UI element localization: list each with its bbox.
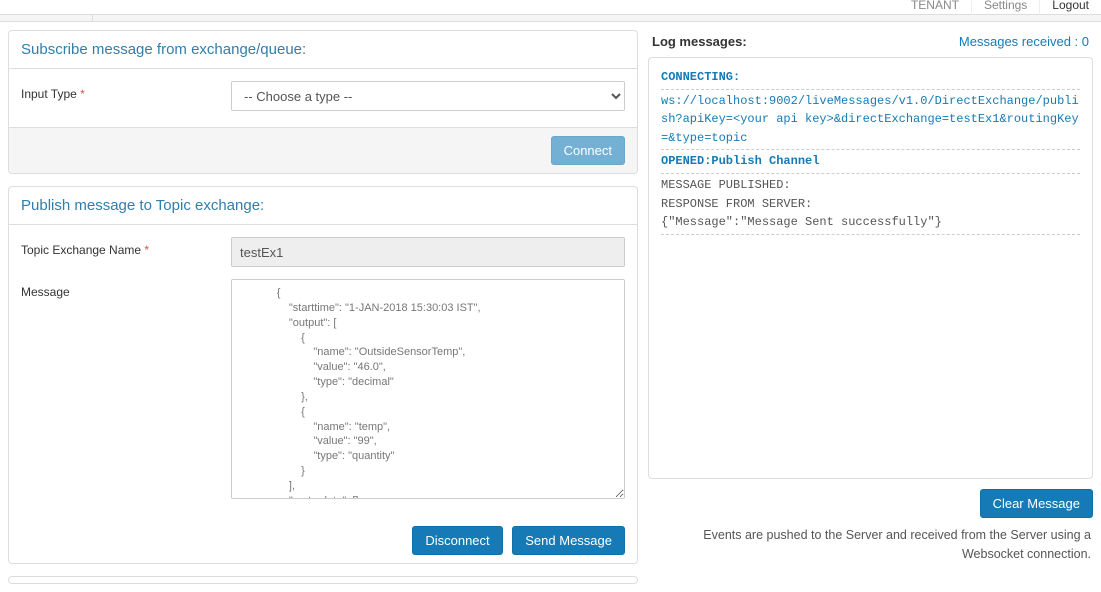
subscribe-panel-body: Input Type * -- Choose a type -- — [9, 69, 637, 127]
exchange-name-row: Topic Exchange Name * — [21, 237, 625, 267]
exchange-name-control — [231, 237, 625, 267]
subscribe-panel-footer: Connect — [9, 127, 637, 173]
main-container: Subscribe message from exchange/queue: I… — [0, 22, 1101, 592]
right-column: Log messages: Messages received : 0 CONN… — [648, 30, 1093, 584]
clear-row: Clear Message — [648, 489, 1093, 518]
top-bar: TENANT Settings Logout — [0, 0, 1101, 15]
exchange-name-label: Topic Exchange Name * — [21, 237, 231, 267]
required-star-icon: * — [80, 87, 85, 101]
subscribe-panel-title: Subscribe message from exchange/queue: — [9, 31, 637, 69]
log-line-connecting: CONNECTING: — [661, 68, 1080, 90]
collapsed-panel — [8, 576, 638, 584]
log-line-body: {"Message":"Message Sent successfully"} — [661, 213, 1080, 235]
messages-received-count: Messages received : 0 — [959, 34, 1089, 49]
input-type-select[interactable]: -- Choose a type -- — [231, 81, 625, 111]
send-message-button[interactable]: Send Message — [512, 526, 625, 555]
publish-panel-body: Topic Exchange Name * Message — [9, 225, 637, 518]
input-type-row: Input Type * -- Choose a type -- — [21, 81, 625, 111]
log-line-url: ws://localhost:9002/liveMessages/v1.0/Di… — [661, 92, 1080, 151]
exchange-name-label-text: Topic Exchange Name — [21, 243, 141, 257]
input-type-control: -- Choose a type -- — [231, 81, 625, 111]
message-row: Message — [21, 279, 625, 502]
publish-panel-title: Publish message to Topic exchange: — [9, 187, 637, 225]
log-line-response: RESPONSE FROM SERVER: — [661, 195, 1080, 214]
message-label: Message — [21, 279, 231, 502]
required-star-icon: * — [144, 243, 149, 257]
disconnect-button[interactable]: Disconnect — [412, 526, 502, 555]
subscribe-panel: Subscribe message from exchange/queue: I… — [8, 30, 638, 174]
footer-note: Events are pushed to the Server and rece… — [648, 526, 1093, 564]
message-control — [231, 279, 625, 502]
input-type-label: Input Type * — [21, 81, 231, 111]
publish-panel-footer: Disconnect Send Message — [9, 518, 637, 563]
log-box: CONNECTING: ws://localhost:9002/liveMess… — [648, 57, 1093, 479]
log-line-opened: OPENED:Publish Channel — [661, 152, 1080, 174]
log-title: Log messages: — [652, 34, 747, 49]
exchange-name-input[interactable] — [231, 237, 625, 267]
message-textarea[interactable] — [231, 279, 625, 499]
secondary-bar-divider — [92, 15, 93, 21]
secondary-bar — [0, 15, 1101, 22]
left-column: Subscribe message from exchange/queue: I… — [8, 30, 638, 584]
log-line-published: MESSAGE PUBLISHED: — [661, 176, 1080, 195]
log-header: Log messages: Messages received : 0 — [648, 30, 1093, 57]
connect-button[interactable]: Connect — [551, 136, 625, 165]
input-type-label-text: Input Type — [21, 87, 77, 101]
publish-panel: Publish message to Topic exchange: Topic… — [8, 186, 638, 564]
clear-message-button[interactable]: Clear Message — [980, 489, 1093, 518]
